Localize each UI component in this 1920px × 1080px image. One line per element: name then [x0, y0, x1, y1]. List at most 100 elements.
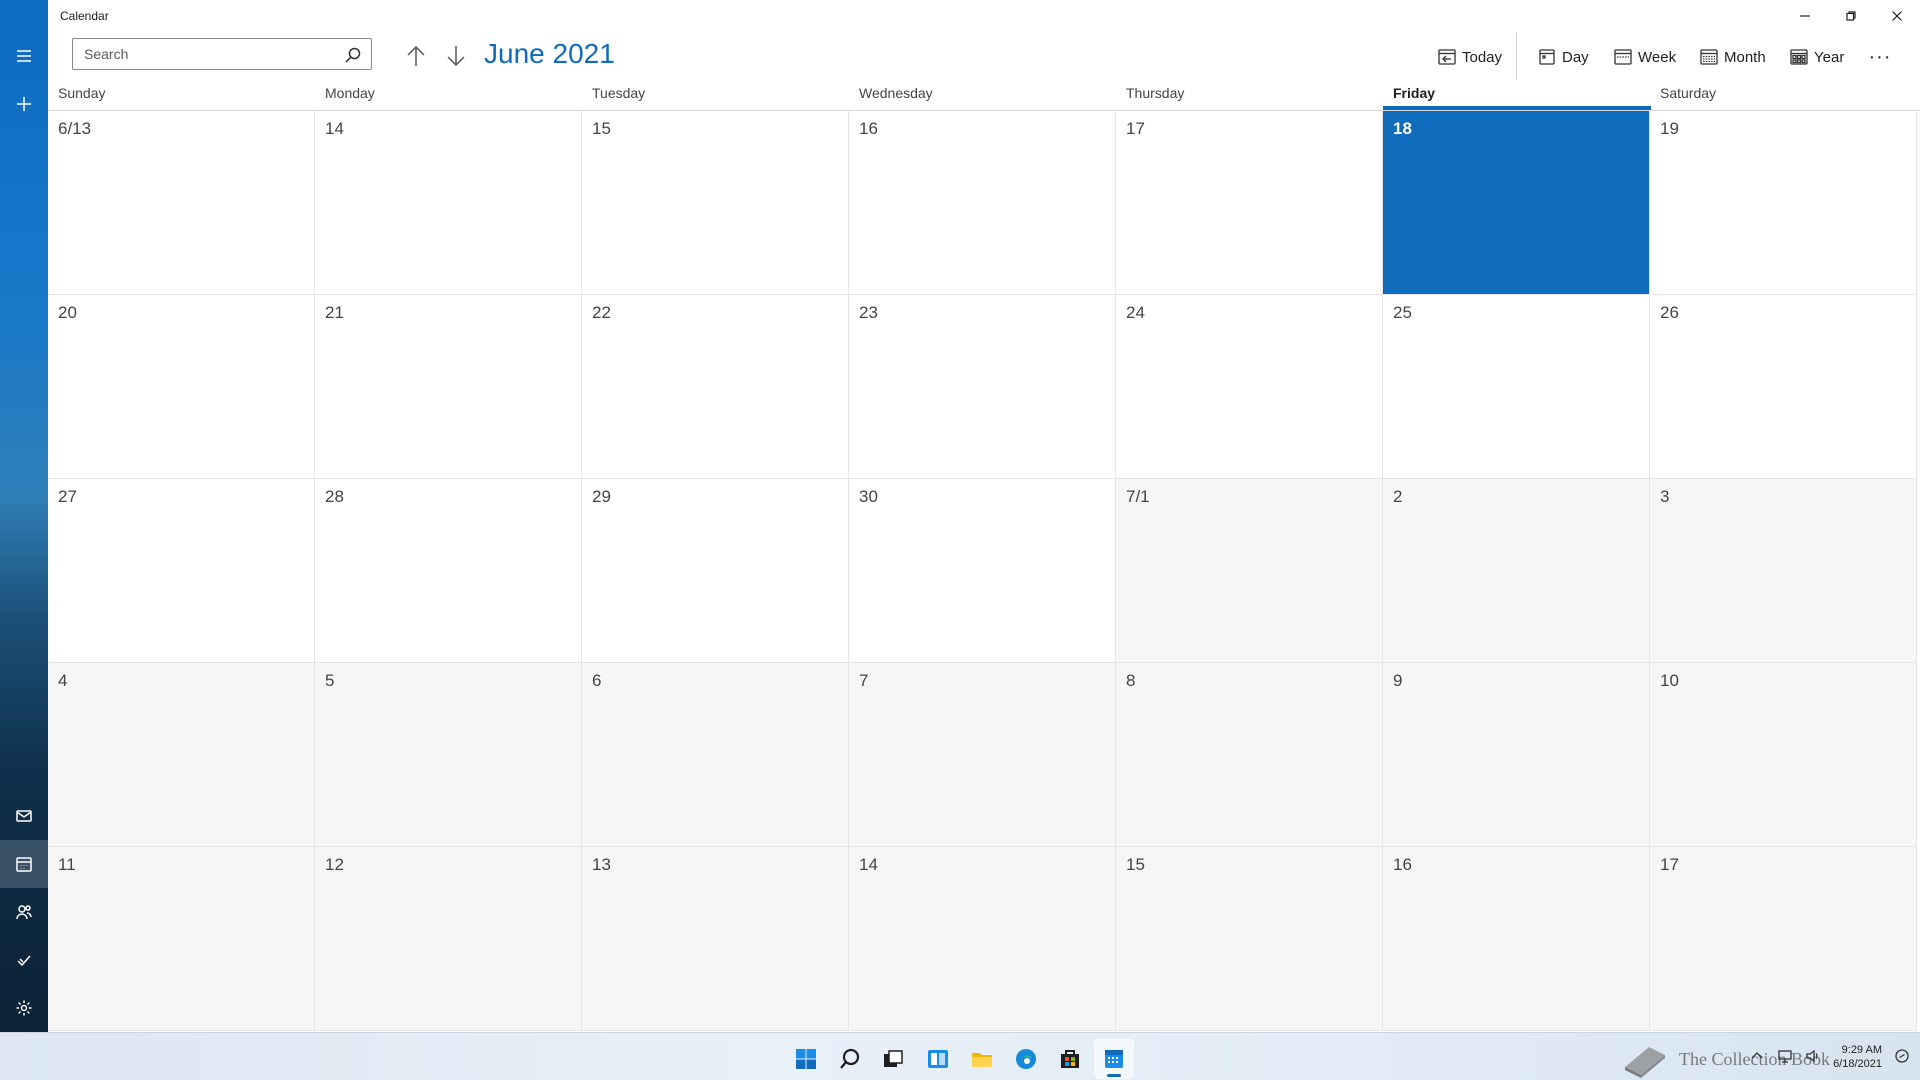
- day-number: 26: [1660, 303, 1679, 322]
- day-cell[interactable]: 30: [849, 479, 1116, 663]
- day-cell[interactable]: 16: [849, 111, 1116, 295]
- day-cell[interactable]: 17: [1116, 111, 1383, 295]
- week-view-label: Week: [1638, 48, 1677, 66]
- active-app-indicator: [1107, 1074, 1121, 1077]
- day-number: 3: [1660, 487, 1670, 506]
- day-number: 2: [1393, 487, 1403, 506]
- year-view-button[interactable]: Year: [1790, 44, 1844, 70]
- day-number: 29: [592, 487, 611, 506]
- day-cell[interactable]: 29: [582, 479, 849, 663]
- new-event-button[interactable]: [0, 80, 48, 128]
- people-icon: [16, 905, 32, 920]
- notification-icon: [1895, 1048, 1909, 1063]
- file-explorer-button[interactable]: [962, 1039, 1002, 1079]
- day-cell[interactable]: 28: [315, 479, 582, 663]
- day-number: 16: [859, 119, 878, 138]
- tray-overflow-button[interactable]: [1749, 1048, 1765, 1067]
- day-number: 19: [1660, 119, 1679, 138]
- day-cell[interactable]: 21: [315, 295, 582, 479]
- search-button[interactable]: [341, 43, 365, 67]
- day-cell[interactable]: 5: [315, 663, 582, 847]
- day-view-icon: [1539, 49, 1555, 65]
- day-cell[interactable]: 9: [1383, 663, 1650, 847]
- people-nav-button[interactable]: [0, 888, 48, 936]
- day-cell[interactable]: 24: [1116, 295, 1383, 479]
- todo-nav-button[interactable]: [0, 936, 48, 984]
- day-cell[interactable]: 17: [1650, 847, 1917, 1031]
- day-number: 7: [859, 671, 869, 690]
- windows-start-button[interactable]: [786, 1039, 826, 1079]
- close-button[interactable]: [1874, 0, 1920, 32]
- book-icon: [1625, 1047, 1666, 1078]
- day-cell[interactable]: 15: [582, 111, 849, 295]
- edge-button[interactable]: [1006, 1039, 1046, 1079]
- day-cell[interactable]: 8: [1116, 663, 1383, 847]
- toolbar-divider: [1516, 32, 1517, 80]
- previous-month-button[interactable]: [400, 40, 432, 72]
- day-cell[interactable]: 6/13: [48, 111, 315, 295]
- network-button[interactable]: [1777, 1048, 1793, 1067]
- day-cell[interactable]: 19: [1650, 111, 1917, 295]
- day-cell[interactable]: 13: [582, 847, 849, 1031]
- calendar-taskbar-button[interactable]: [1094, 1039, 1134, 1079]
- day-cell[interactable]: 14: [315, 111, 582, 295]
- widgets-button[interactable]: [918, 1039, 958, 1079]
- day-number: 8: [1126, 671, 1136, 690]
- taskbar-search-button[interactable]: [830, 1039, 870, 1079]
- task-view-button[interactable]: [873, 1039, 913, 1079]
- volume-button[interactable]: [1805, 1048, 1821, 1067]
- day-cell[interactable]: 27: [48, 479, 315, 663]
- checkmark-icon: [17, 955, 31, 967]
- weekday-tuesday: Tuesday: [592, 85, 646, 101]
- day-cell[interactable]: 2: [1383, 479, 1650, 663]
- file-explorer-icon: [972, 1053, 992, 1067]
- day-cell-today[interactable]: 18: [1383, 111, 1650, 295]
- month-view-button[interactable]: Month: [1700, 44, 1766, 70]
- day-cell[interactable]: 15: [1116, 847, 1383, 1031]
- restore-button[interactable]: [1828, 0, 1874, 32]
- day-cell[interactable]: 11: [48, 847, 315, 1031]
- widgets-icon: [928, 1050, 948, 1068]
- day-view-button[interactable]: Day: [1538, 44, 1589, 70]
- day-number: 5: [325, 671, 335, 690]
- day-number: 13: [592, 855, 611, 874]
- day-cell[interactable]: 12: [315, 847, 582, 1031]
- today-button[interactable]: Today: [1438, 44, 1502, 70]
- day-cell[interactable]: 26: [1650, 295, 1917, 479]
- settings-button[interactable]: [0, 984, 48, 1032]
- store-button[interactable]: [1050, 1039, 1090, 1079]
- taskbar-clock[interactable]: 9:29 AM 6/18/2021: [1833, 1043, 1882, 1071]
- day-number: 15: [592, 119, 611, 138]
- mail-nav-button[interactable]: [0, 792, 48, 840]
- hamburger-menu-button[interactable]: [0, 32, 48, 80]
- day-cell[interactable]: 22: [582, 295, 849, 479]
- day-cell[interactable]: 10: [1650, 663, 1917, 847]
- day-cell[interactable]: 16: [1383, 847, 1650, 1031]
- calendar-nav-button[interactable]: [0, 840, 48, 888]
- calendar-window: Calendar June 2021 Today Day Week: [0, 0, 1920, 1080]
- month-title[interactable]: June 2021: [484, 38, 615, 70]
- week-view-icon: [1614, 49, 1632, 65]
- month-view-label: Month: [1724, 48, 1766, 66]
- next-month-button[interactable]: [440, 40, 472, 72]
- day-cell[interactable]: 25: [1383, 295, 1650, 479]
- day-cell[interactable]: 7: [849, 663, 1116, 847]
- day-number: 28: [325, 487, 344, 506]
- day-cell[interactable]: 20: [48, 295, 315, 479]
- day-cell[interactable]: 23: [849, 295, 1116, 479]
- day-cell[interactable]: 4: [48, 663, 315, 847]
- search-input[interactable]: [73, 39, 333, 69]
- more-options-button[interactable]: ···: [1864, 44, 1896, 70]
- day-cell[interactable]: 6: [582, 663, 849, 847]
- minimize-button[interactable]: [1782, 0, 1828, 32]
- weekday-header: Sunday Monday Tuesday Wednesday Thursday…: [48, 82, 1920, 110]
- calendar-icon: [16, 857, 32, 872]
- day-cell[interactable]: 14: [849, 847, 1116, 1031]
- day-cell[interactable]: 7/1: [1116, 479, 1383, 663]
- day-cell[interactable]: 3: [1650, 479, 1917, 663]
- notifications-button[interactable]: [1894, 1048, 1910, 1067]
- week-view-button[interactable]: Week: [1614, 44, 1676, 70]
- calendar-app-icon: [1105, 1050, 1123, 1068]
- speaker-icon: [1806, 1049, 1818, 1062]
- today-icon: [1438, 49, 1456, 65]
